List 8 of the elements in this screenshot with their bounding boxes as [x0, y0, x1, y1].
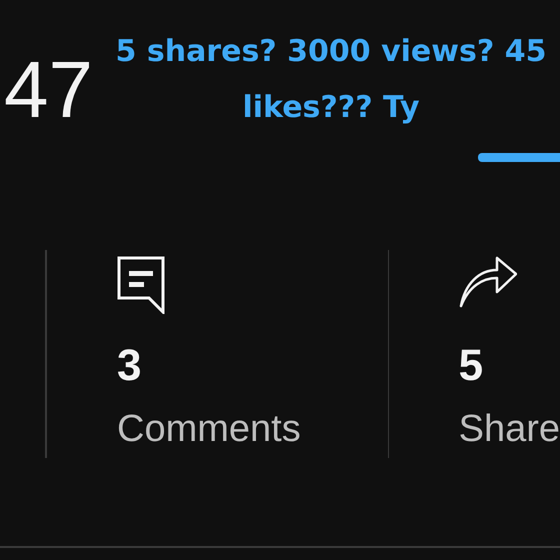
share-icon [458, 256, 517, 308]
stat-label: Comments [117, 410, 301, 448]
comment-icon [117, 256, 165, 314]
stat-count: 3 [117, 344, 142, 388]
stat-label: Share [458, 410, 560, 448]
stat-count: 5 [458, 344, 484, 388]
count-number: 47 [3, 44, 94, 136]
caption-text: 5 shares? 3000 views? 45 likes??? Ty [114, 33, 548, 127]
